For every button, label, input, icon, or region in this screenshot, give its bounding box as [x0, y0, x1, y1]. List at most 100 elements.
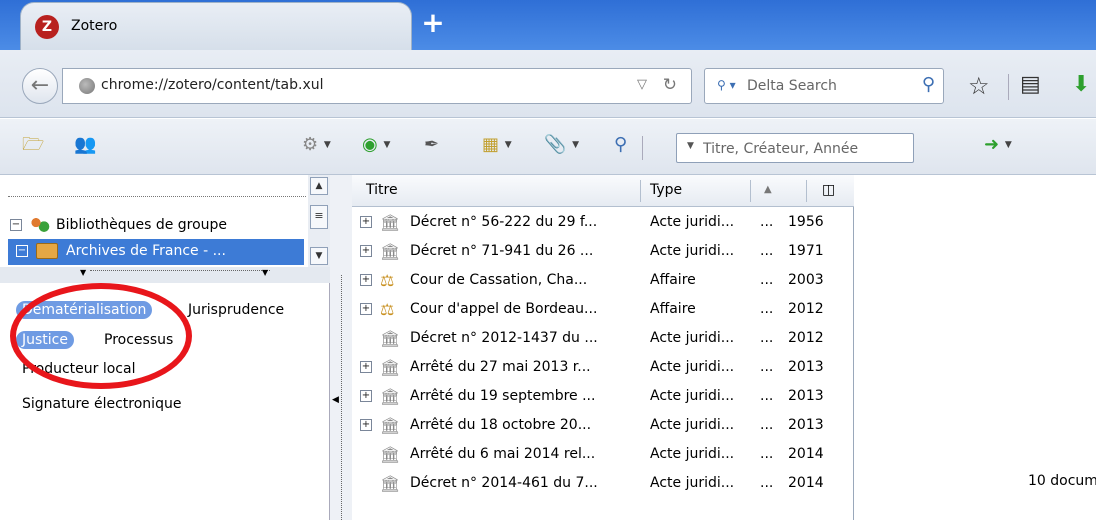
- pane-splitter[interactable]: ◀: [330, 175, 352, 520]
- expand-icon[interactable]: +: [360, 361, 372, 373]
- tag-processus[interactable]: Processus: [104, 332, 173, 348]
- item-type: Acte juridi...: [650, 214, 735, 230]
- table-row[interactable]: + 🏛 Arrêté du 27 mai 2013 r... Acte juridi.…: [352, 354, 854, 380]
- column-separator[interactable]: [750, 180, 751, 202]
- collapse-icon[interactable]: −: [16, 245, 28, 257]
- table-row[interactable]: + ⚖ Cour d'appel de Bordeau... Affaire... 20…: [352, 296, 854, 322]
- table-row[interactable]: 🏛 Arrêté du 6 mai 2014 rel... Acte juridi.…: [352, 441, 854, 467]
- quick-search-box[interactable]: ▼: [676, 133, 914, 163]
- item-truncated: ...: [760, 446, 774, 462]
- expand-icon[interactable]: +: [360, 390, 372, 402]
- table-row[interactable]: + 🏛 Décret n° 56-222 du 29 f... Acte juridi…: [352, 209, 854, 235]
- back-button[interactable]: ←: [22, 68, 58, 104]
- statute-icon: 🏛: [380, 242, 401, 261]
- scroll-up-icon[interactable]: ▲: [310, 177, 328, 195]
- column-picker-icon[interactable]: ◫: [822, 182, 835, 198]
- splitter-grip[interactable]: [341, 275, 342, 520]
- table-row[interactable]: + 🏛 Arrêté du 19 septembre ... Acte juridi.…: [352, 383, 854, 409]
- collection-item-group-libraries[interactable]: − Bibliothèques de groupe: [10, 213, 227, 239]
- case-icon: ⚖: [380, 271, 395, 290]
- search-engine-icon[interactable]: ⚲ ▾: [717, 78, 736, 92]
- statute-icon: 🏛: [380, 416, 401, 435]
- item-title: Arrêté du 19 septembre ...: [410, 388, 596, 404]
- statute-icon: 🏛: [380, 387, 401, 406]
- item-type: Acte juridi...: [650, 330, 735, 346]
- item-title: Arrêté du 6 mai 2014 rel...: [410, 446, 596, 462]
- expand-icon[interactable]: +: [360, 245, 372, 257]
- items-pane: Titre Type ▲ ◫ + 🏛 Décret n° 56-222 du 29 …: [352, 175, 854, 520]
- new-item-icon[interactable]: ◉ ▼: [362, 135, 390, 155]
- collection-item-archives[interactable]: − Archives de France - ...: [8, 239, 304, 265]
- reload-icon[interactable]: ↻: [663, 75, 677, 95]
- quick-search-input[interactable]: [701, 139, 901, 159]
- item-year: 1956: [788, 214, 824, 230]
- tab-zotero[interactable]: Z Zotero: [20, 2, 412, 50]
- item-truncated: ...: [760, 388, 774, 404]
- new-tab-button[interactable]: +: [416, 8, 450, 42]
- search-mode-icon[interactable]: ▼: [687, 141, 694, 151]
- back-arrow-icon: ←: [30, 73, 50, 98]
- table-row[interactable]: + 🏛 Décret n° 71-941 du 26 ... Acte juridi.…: [352, 238, 854, 264]
- item-title: Cour de Cassation, Cha...: [410, 272, 588, 288]
- splitter-arrow-icon: ▼: [80, 268, 87, 277]
- tag-justice[interactable]: Justice: [16, 331, 74, 349]
- item-title: Décret n° 71-941 du 26 ...: [410, 243, 594, 259]
- table-row[interactable]: 🏛 Décret n° 2014-461 du 7... Acte juridi..…: [352, 470, 854, 496]
- search-input[interactable]: [745, 76, 905, 96]
- collections-tags-splitter[interactable]: ▼ ▼: [0, 267, 330, 283]
- locate-arrow-icon[interactable]: ➜ ▼: [984, 135, 1012, 155]
- new-note-icon[interactable]: ▦ ▼: [482, 135, 512, 155]
- scroll-thumb[interactable]: ≡: [310, 205, 328, 229]
- tab-strip: Z Zotero +: [0, 0, 1096, 50]
- table-row[interactable]: + ⚖ Cour de Cassation, Cha... Affaire... 200…: [352, 267, 854, 293]
- tag-dematerialisation[interactable]: Dématérialisation: [16, 301, 153, 319]
- item-truncated: ...: [760, 301, 774, 317]
- collapse-icon[interactable]: −: [10, 219, 22, 231]
- attachment-icon[interactable]: 📎 ▼: [544, 135, 579, 155]
- column-header-type[interactable]: Type: [650, 182, 682, 198]
- column-separator[interactable]: [806, 180, 807, 202]
- add-by-identifier-icon[interactable]: ✒: [424, 135, 439, 155]
- tag-jurisprudence[interactable]: Jurisprudence: [188, 302, 284, 318]
- expand-icon[interactable]: +: [360, 419, 372, 431]
- column-header-title[interactable]: Titre: [366, 182, 398, 198]
- item-year: 1971: [788, 243, 824, 259]
- item-year: 2014: [788, 446, 824, 462]
- sort-indicator-icon[interactable]: ▲: [764, 184, 772, 195]
- advanced-search-icon[interactable]: ⚲: [614, 135, 627, 155]
- item-type: Acte juridi...: [650, 243, 735, 259]
- url-bar[interactable]: chrome://zotero/content/tab.xul ▽ ↻: [62, 68, 692, 104]
- statute-icon: 🏛: [380, 213, 401, 232]
- statute-icon: 🏛: [380, 445, 401, 464]
- tag-signature-electronique[interactable]: Signature électronique: [22, 396, 181, 412]
- url-dropdown-icon[interactable]: ▽: [637, 77, 647, 92]
- table-row[interactable]: + 🏛 Arrêté du 18 octobre 20... Acte juridi.…: [352, 412, 854, 438]
- url-text[interactable]: chrome://zotero/content/tab.xul: [101, 77, 324, 93]
- bookmark-star-icon[interactable]: ☆: [968, 72, 990, 100]
- tag-producteur-local[interactable]: Producteur local: [22, 361, 135, 377]
- splitter-arrow-icon[interactable]: ◀: [332, 395, 339, 405]
- tag-selector: Dématérialisation Jurisprudence Justice …: [0, 283, 330, 520]
- collections-scrollbar[interactable]: ▲ ≡ ▼: [308, 175, 330, 267]
- table-row[interactable]: 🏛 Décret n° 2012-1437 du ... Acte juridi..…: [352, 325, 854, 351]
- expand-icon[interactable]: +: [360, 274, 372, 286]
- item-truncated: ...: [760, 272, 774, 288]
- search-bar[interactable]: ⚲ ▾ ⚲: [704, 68, 944, 104]
- new-group-icon[interactable]: 👥: [74, 135, 96, 155]
- zotero-icon: Z: [35, 15, 59, 39]
- bookmarks-icon[interactable]: ▤: [1020, 72, 1041, 97]
- item-type: Acte juridi...: [650, 417, 735, 433]
- item-type: Acte juridi...: [650, 388, 735, 404]
- splitter-arrow-icon: ▼: [262, 268, 269, 277]
- expand-icon[interactable]: +: [360, 303, 372, 315]
- search-icon[interactable]: ⚲: [922, 74, 935, 95]
- statute-icon: 🏛: [380, 358, 401, 377]
- actions-gear-icon[interactable]: ⚙ ▼: [302, 135, 331, 155]
- splitter-grip[interactable]: [90, 270, 270, 271]
- column-separator[interactable]: [640, 180, 641, 202]
- download-icon[interactable]: ⬇: [1072, 72, 1090, 97]
- new-collection-icon[interactable]: 🗁: [22, 135, 44, 155]
- scroll-down-icon[interactable]: ▼: [310, 247, 328, 265]
- tab-title: Zotero: [71, 18, 118, 34]
- expand-icon[interactable]: +: [360, 216, 372, 228]
